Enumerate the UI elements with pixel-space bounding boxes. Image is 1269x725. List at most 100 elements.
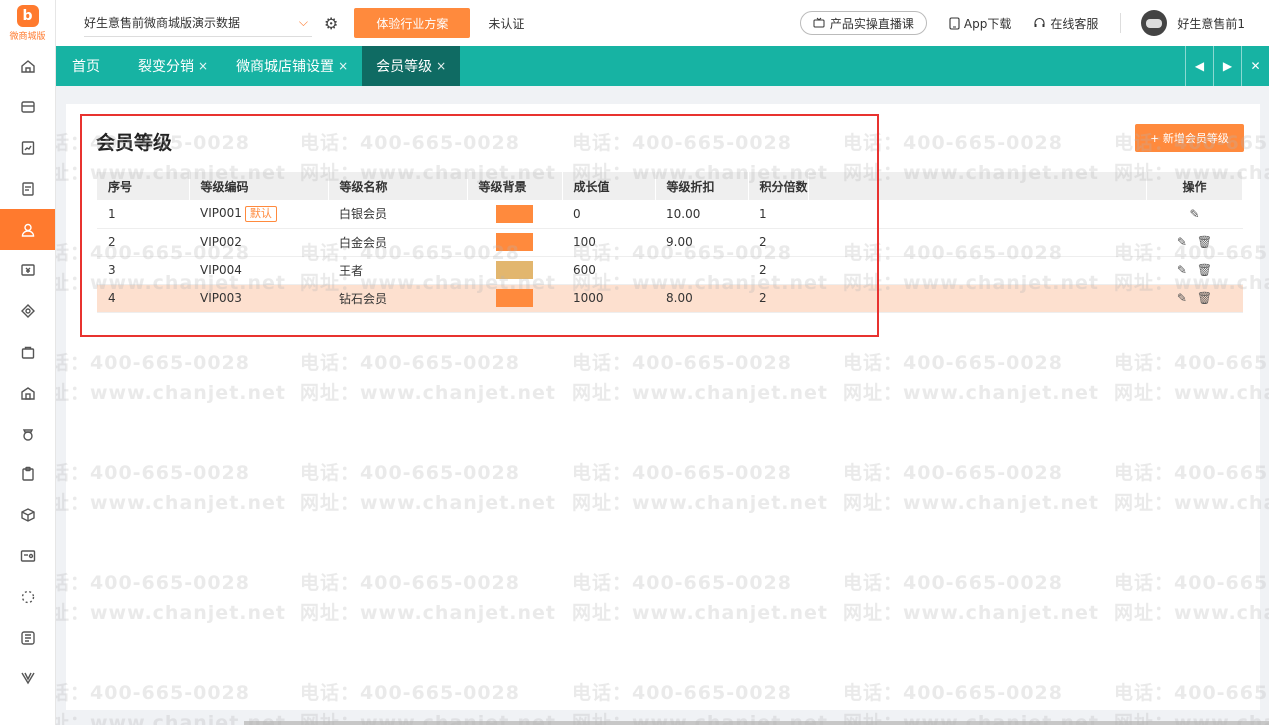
nav-item-document[interactable] — [0, 168, 55, 209]
cell-actions: ✎ 🗑 — [1146, 284, 1243, 313]
cell-code: VIP001 默认 — [189, 200, 328, 229]
nav-item-bag[interactable] — [0, 332, 55, 373]
close-icon[interactable]: × — [436, 59, 446, 73]
level-code: VIP004 — [200, 263, 242, 277]
cell-code: VIP004 — [189, 256, 328, 285]
tab-bar: 首页 裂变分销 × 微商城店铺设置 × 会员等级 × ◀ ▶ ✕ — [56, 46, 1269, 86]
tv-icon — [813, 17, 825, 28]
live-course-label: 产品实操直播课 — [829, 16, 914, 31]
nav-item-money[interactable] — [0, 413, 55, 454]
cell-index: 1 — [97, 200, 189, 229]
table-row[interactable]: 3 VIP004 王者 600 2 ✎ 🗑 — [97, 256, 1243, 285]
avatar[interactable] — [1141, 10, 1168, 36]
cert-status[interactable]: 未认证 — [488, 15, 524, 32]
edit-icon[interactable]: ✎ — [1177, 291, 1187, 305]
cell-discount — [655, 256, 748, 285]
app-download-link[interactable]: App下载 — [949, 15, 1011, 32]
close-icon[interactable]: × — [198, 59, 208, 73]
cell-index: 2 — [97, 228, 189, 257]
close-icon[interactable]: × — [338, 59, 348, 73]
level-code: VIP001 — [200, 205, 242, 220]
cell-background — [467, 284, 562, 313]
cell-index: 4 — [97, 284, 189, 313]
logo[interactable]: b 微商城版 — [0, 0, 55, 46]
nav-item-marketing[interactable] — [0, 291, 55, 332]
cell-code: VIP002 — [189, 228, 328, 257]
live-course-button[interactable]: 产品实操直播课 — [799, 11, 927, 35]
store-selector[interactable]: 好生意售前微商城版演示数据 ⌵ — [84, 9, 312, 37]
default-badge: 默认 — [244, 205, 277, 222]
table-header-row: 序号 等级编码 等级名称 等级背景 成长值 等级折扣 积分倍数 操作 — [97, 172, 1243, 200]
cell-discount: 8.00 — [655, 284, 748, 313]
nav-item-store[interactable] — [0, 87, 55, 128]
tab-store-settings[interactable]: 微商城店铺设置 × — [222, 46, 362, 86]
logo-mark: b — [16, 4, 39, 27]
table-row[interactable]: 1 VIP001 默认 白银会员 0 10.00 1 ✎ — [97, 200, 1243, 229]
app-download-label: App下载 — [963, 16, 1012, 31]
store-icon — [20, 101, 35, 113]
tab-home[interactable]: 首页 — [56, 46, 124, 86]
customer-service-link[interactable]: 在线客服 — [1033, 15, 1098, 32]
cell-spacer — [808, 284, 1147, 313]
table-row[interactable]: 2 VIP002 白金会员 100 9.00 2 ✎ 🗑 — [97, 228, 1243, 257]
cell-background — [467, 256, 562, 285]
document-icon — [21, 182, 34, 196]
tab-next-icon[interactable]: ▶ — [1213, 46, 1241, 86]
money-icon — [22, 428, 33, 441]
header-spacer — [808, 172, 1147, 200]
cell-name: 钻石会员 — [328, 284, 467, 313]
username[interactable]: 好生意售前1 — [1177, 15, 1245, 32]
tab-close-all-icon[interactable]: ✕ — [1241, 46, 1269, 86]
tab-label: 裂变分销 — [138, 59, 194, 75]
header-code: 等级编码 — [189, 172, 329, 200]
level-code: VIP002 — [200, 235, 242, 249]
trash-icon[interactable]: 🗑 — [1197, 263, 1212, 277]
cell-background — [467, 200, 562, 229]
loading-icon — [21, 590, 34, 603]
tab-fission-distribution[interactable]: 裂变分销 × — [124, 46, 222, 86]
cell-name: 白金会员 — [328, 228, 467, 257]
page-title: 会员等级 — [96, 132, 173, 154]
table-row[interactable]: 4 VIP003 钻石会员 1000 8.00 2 ✎ 🗑 — [97, 284, 1243, 313]
nav-item-news[interactable] — [0, 617, 55, 658]
trash-icon[interactable]: 🗑 — [1197, 291, 1212, 305]
nav-item-card[interactable] — [0, 536, 55, 577]
gear-icon[interactable]: ⚙ — [324, 14, 338, 33]
clipboard-icon — [21, 467, 34, 482]
header-name: 等级名称 — [328, 172, 468, 200]
tab-member-level[interactable]: 会员等级 × — [362, 46, 461, 86]
add-member-level-button[interactable]: + 新增会员等级 — [1135, 124, 1244, 152]
nav-item-home[interactable] — [0, 46, 55, 87]
cell-points: 1 — [748, 200, 808, 229]
horizontal-scrollbar[interactable] — [244, 721, 1269, 725]
tab-label: 首页 — [72, 59, 100, 75]
report-icon — [21, 141, 34, 155]
card-icon — [20, 550, 35, 562]
member-level-table: 序号 等级编码 等级名称 等级背景 成长值 等级折扣 积分倍数 操作 1 VIP0… — [97, 172, 1243, 313]
cell-name: 王者 — [328, 256, 467, 285]
trash-icon[interactable]: 🗑 — [1197, 235, 1212, 249]
trial-industry-button[interactable]: 体验行业方案 — [354, 8, 471, 38]
nav-item-v[interactable] — [0, 658, 55, 699]
tab-label: 会员等级 — [376, 59, 433, 75]
edit-icon[interactable]: ✎ — [1189, 207, 1199, 221]
edit-icon[interactable]: ✎ — [1177, 263, 1187, 277]
nav-item-shop[interactable] — [0, 372, 55, 413]
nav-item-clipboard[interactable] — [0, 454, 55, 495]
store-name: 好生意售前微商城版演示数据 — [84, 16, 241, 30]
nav-item-report[interactable] — [0, 128, 55, 169]
bag-icon — [21, 346, 34, 359]
cell-spacer — [808, 228, 1147, 257]
marketing-icon — [20, 304, 35, 319]
edit-icon[interactable]: ✎ — [1177, 235, 1187, 249]
level-background-swatch — [496, 233, 533, 251]
nav-item-coupon[interactable] — [0, 250, 55, 291]
tab-prev-icon[interactable]: ◀ — [1185, 46, 1213, 86]
cell-name: 白银会员 — [328, 200, 467, 229]
nav-item-loading[interactable] — [0, 576, 55, 617]
nav-item-box[interactable] — [0, 495, 55, 536]
cell-discount: 10.00 — [655, 200, 748, 229]
cell-growth: 100 — [562, 228, 655, 257]
nav-item-member[interactable] — [0, 209, 55, 250]
cell-actions: ✎ 🗑 — [1146, 256, 1243, 285]
